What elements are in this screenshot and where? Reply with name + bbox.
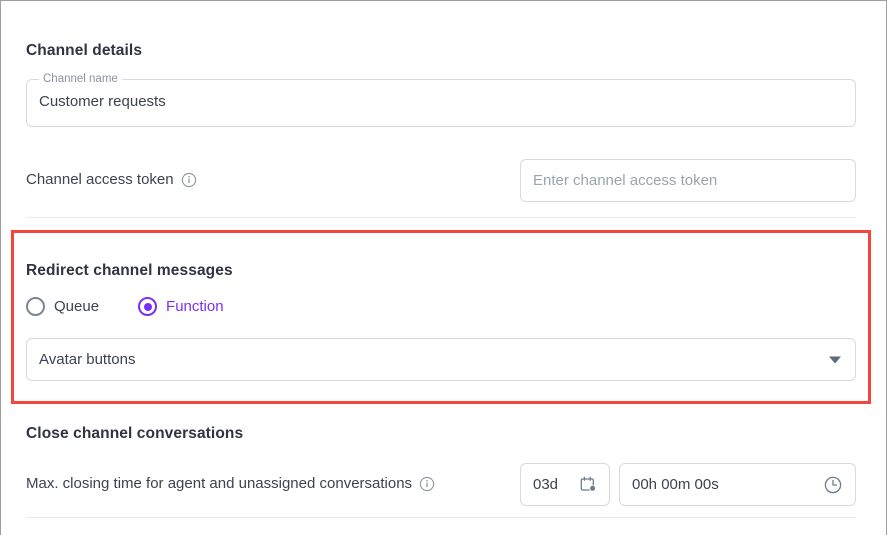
settings-panel: Channel details Channel name Customer re… xyxy=(0,0,887,535)
function-select-value: Avatar buttons xyxy=(39,351,136,368)
channel-details-heading: Channel details xyxy=(26,42,143,59)
info-icon[interactable] xyxy=(181,172,197,188)
redirect-channel-messages-heading: Redirect channel messages xyxy=(26,262,233,279)
channel-access-token-label: Channel access token xyxy=(26,171,174,188)
divider-bottom xyxy=(26,517,856,518)
channel-access-token-label-group: Channel access token xyxy=(26,171,197,188)
channel-access-token-input[interactable]: Enter channel access token xyxy=(520,159,856,202)
channel-name-input[interactable]: Customer requests xyxy=(39,93,166,110)
radio-option-queue[interactable]: Queue xyxy=(26,297,99,316)
info-icon[interactable] xyxy=(419,476,435,492)
max-closing-time-value: 00h 00m 00s xyxy=(632,476,719,493)
channel-access-token-placeholder: Enter channel access token xyxy=(533,172,718,189)
panel-content: Channel details Channel name Customer re… xyxy=(1,1,886,535)
close-channel-conversations-heading: Close channel conversations xyxy=(26,425,244,442)
chevron-down-icon[interactable] xyxy=(829,356,841,363)
max-closing-time-label-group: Max. closing time for agent and unassign… xyxy=(26,475,435,492)
function-select-dropdown[interactable]: Avatar buttons xyxy=(26,338,856,381)
radio-circle-icon[interactable] xyxy=(26,297,45,316)
max-closing-days-value: 03d xyxy=(533,476,559,493)
channel-name-field[interactable]: Channel name Customer requests xyxy=(26,72,856,127)
radio-option-function-label: Function xyxy=(166,298,224,315)
max-closing-days-input[interactable]: 03d xyxy=(520,463,610,506)
radio-option-function[interactable]: Function xyxy=(138,297,224,316)
divider-top xyxy=(26,217,856,218)
clock-icon[interactable] xyxy=(823,475,843,495)
channel-name-label: Channel name xyxy=(39,72,122,86)
max-closing-time-label: Max. closing time for agent and unassign… xyxy=(26,475,413,492)
radio-option-queue-label: Queue xyxy=(54,298,100,315)
calendar-icon[interactable] xyxy=(580,476,597,493)
redirect-target-radio-group[interactable]: Queue Function xyxy=(26,297,224,316)
max-closing-time-input[interactable]: 00h 00m 00s xyxy=(619,463,856,506)
radio-circle-selected-icon[interactable] xyxy=(138,297,158,316)
